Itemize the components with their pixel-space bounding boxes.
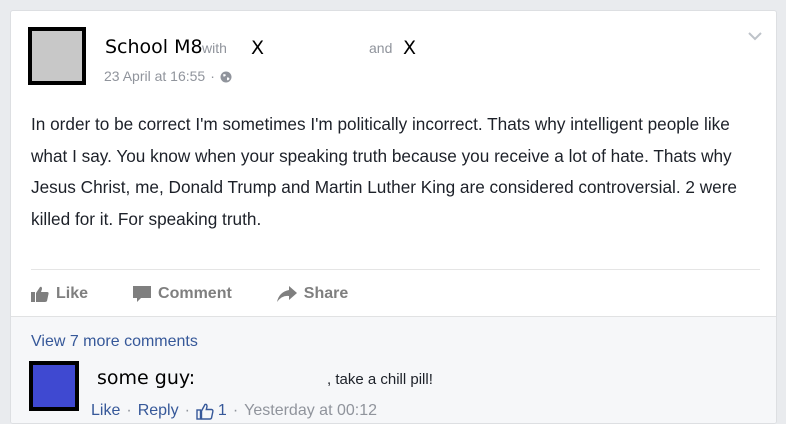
post-timestamp[interactable]: 23 April at 16:55 — [104, 68, 205, 84]
comment-separator: · — [232, 402, 239, 419]
comment-like-link[interactable]: Like — [91, 402, 120, 420]
like-button[interactable]: Like — [31, 285, 88, 303]
comment-separator: · — [126, 402, 132, 419]
divider — [31, 269, 760, 270]
and-label: and — [369, 40, 393, 56]
thumbs-up-outline-icon — [196, 403, 214, 420]
comment-time[interactable]: Yesterday at 00:12 — [244, 402, 377, 420]
comment-like-count-value: 1 — [217, 402, 227, 419]
author-avatar[interactable] — [28, 27, 86, 85]
commenter-avatar[interactable] — [29, 361, 79, 411]
post-meta: 23 April at 16:55 · — [104, 68, 232, 84]
author-name[interactable]: School M8 — [105, 36, 203, 58]
share-label: Share — [303, 285, 349, 302]
comment-button[interactable]: Comment — [133, 285, 232, 303]
meta-separator: · — [210, 68, 215, 84]
post-body: In order to be correct I'm sometimes I'm… — [31, 114, 737, 229]
speech-bubble-icon — [133, 286, 152, 302]
comment-separator: · — [184, 402, 190, 419]
tagged-user-second[interactable]: X — [403, 37, 416, 59]
like-label: Like — [56, 285, 89, 302]
post-card: School M8 with X and X 23 April at 16:55… — [10, 10, 777, 424]
post-actions: Like Comment Share — [31, 279, 393, 309]
with-label: with — [202, 40, 227, 56]
comment-label: Comment — [158, 285, 232, 302]
comment-like-count[interactable]: 1 — [196, 402, 227, 420]
tagged-user-first[interactable]: X — [251, 37, 264, 59]
share-button[interactable]: Share — [276, 285, 349, 303]
share-arrow-icon — [276, 286, 297, 302]
chevron-down-icon[interactable] — [748, 31, 762, 41]
comments-section: View 7 more comments some guy: , take a … — [11, 316, 776, 423]
commenter-name[interactable]: some guy: — [97, 367, 195, 389]
comment-meta: Like · Reply · 1 · Yesterday at 00:12 — [91, 402, 377, 420]
comment-reply-link[interactable]: Reply — [138, 402, 179, 420]
thumbs-up-icon — [31, 286, 49, 302]
comment-text: , take a chill pill! — [327, 371, 433, 388]
globe-icon[interactable] — [220, 70, 232, 83]
view-more-comments-link[interactable]: View 7 more comments — [31, 333, 198, 351]
